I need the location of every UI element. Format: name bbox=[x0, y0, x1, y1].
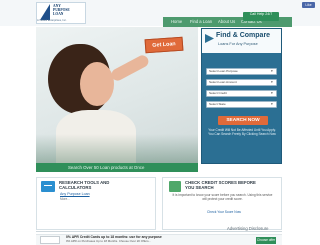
state-select[interactable]: Select State bbox=[206, 101, 277, 108]
facebook-like-button[interactable]: Like bbox=[302, 2, 315, 8]
panel-subtitle: Loans For Any Purpose bbox=[218, 42, 258, 46]
logo-tagline: A Valued Enterprises, Inc. bbox=[37, 19, 67, 22]
logo-text-line3: LOAN bbox=[53, 12, 64, 16]
research-tools-title: RESEARCH TOOLS AND CALCULATORS bbox=[59, 180, 110, 190]
choose-offer-button[interactable]: Choose offer bbox=[256, 237, 276, 244]
hero-overlay bbox=[36, 134, 198, 164]
nav-item-home[interactable]: Home bbox=[171, 17, 182, 27]
search-strip-text: Search Over 50 Loan products at Once bbox=[68, 165, 145, 170]
calculator-icon bbox=[41, 181, 55, 192]
loan-amount-select[interactable]: Select Loan Amount bbox=[206, 79, 277, 86]
divider bbox=[36, 231, 282, 232]
search-now-button[interactable]: SEARCH NOW bbox=[218, 116, 268, 125]
panel-note: Your Credit Will Not Be Affected Until Y… bbox=[208, 128, 276, 137]
credit-score-title: CHECK CREDIT SCORES BEFORE YOU SEARCH bbox=[185, 180, 256, 190]
hero-sign: Get Loan bbox=[144, 36, 184, 54]
loan-purpose-select[interactable]: Select Loan Purpose bbox=[206, 68, 277, 75]
nav-item-find-loan[interactable]: Find a Loan bbox=[190, 17, 212, 27]
chevron-down-icon: ▾ bbox=[271, 102, 273, 106]
help-phone-box[interactable]: Call Help 24/7 bbox=[243, 12, 279, 21]
nav-item-about[interactable]: About Us bbox=[218, 17, 235, 27]
chevron-down-icon: ▾ bbox=[271, 91, 273, 95]
credit-select[interactable]: Select Credit bbox=[206, 90, 277, 97]
chevron-down-icon: ▾ bbox=[271, 69, 273, 73]
calculator-icon-detail bbox=[44, 185, 52, 186]
hero-woman-face bbox=[80, 62, 114, 106]
research-tools-more[interactable]: More... bbox=[60, 197, 70, 201]
chevron-down-icon: ▾ bbox=[271, 80, 273, 84]
check-score-link[interactable]: Check Your Score Now bbox=[207, 210, 241, 214]
ad-text: 0% APR on Purchases Up to 18 Months. Cho… bbox=[66, 239, 151, 243]
card-logo bbox=[40, 236, 60, 244]
credit-check-icon bbox=[169, 181, 181, 192]
panel-title: Find & Compare bbox=[216, 32, 271, 39]
credit-score-text: It is important to know your score befor… bbox=[172, 193, 273, 201]
research-tools-link[interactable]: Any Purpose Loan bbox=[60, 192, 90, 196]
